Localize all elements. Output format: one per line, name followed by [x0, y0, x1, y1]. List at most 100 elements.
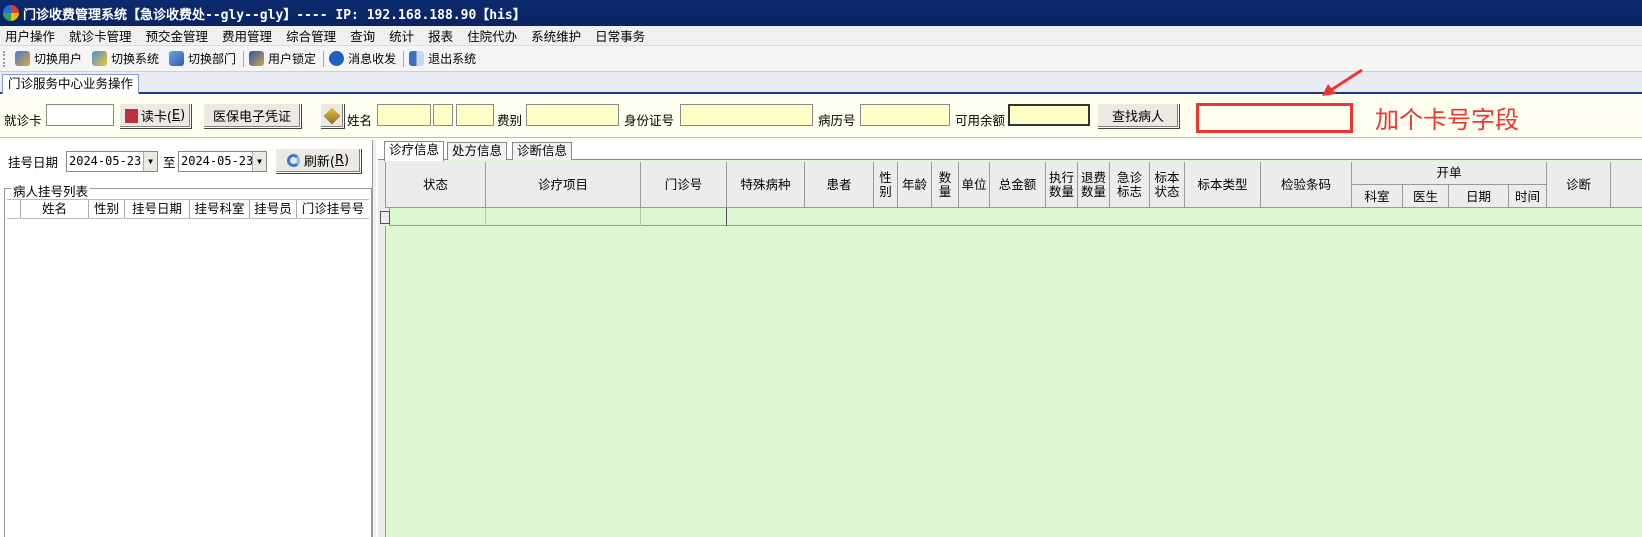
col-name[interactable]: 姓名 [21, 200, 89, 218]
users-icon [15, 51, 30, 66]
tab-diagnosis-info[interactable]: 诊断信息 [512, 142, 573, 160]
switch-system-button[interactable]: 切换系统 [88, 48, 165, 70]
col-qty[interactable]: 数量 [932, 162, 959, 208]
menu-fee-mgmt[interactable]: 费用管理 [217, 26, 281, 45]
app-logo-icon [3, 5, 19, 21]
broom-clear-button[interactable] [320, 103, 344, 128]
col-sex-line1: 性 [879, 170, 892, 185]
sex-input[interactable] [433, 104, 453, 126]
record-label: 病历号 [818, 113, 856, 128]
col-treatment-item[interactable]: 诊疗项目 [486, 162, 641, 208]
col-order-date[interactable]: 日期 [1449, 185, 1509, 208]
col-order-doctor[interactable]: 医生 [1403, 185, 1449, 208]
row-selector[interactable] [378, 208, 390, 226]
menu-deposit-mgmt[interactable]: 预交金管理 [141, 26, 218, 45]
toolbar: 切换用户 切换系统 切换部门 用户锁定 消息收发 退出系统 [0, 46, 1642, 72]
col-exec-line1: 执行 [1048, 170, 1074, 185]
refresh-button[interactable]: 刷新(R) [275, 148, 361, 173]
messages-button[interactable]: 消息收发 [325, 48, 402, 70]
col-status[interactable]: 状态 [386, 162, 486, 208]
id-number-input[interactable] [680, 104, 813, 126]
exit-button[interactable]: 退出系统 [405, 48, 482, 70]
tab-prescription-info[interactable]: 处方信息 [447, 142, 508, 160]
tab-treatment-info[interactable]: 诊疗信息 [384, 141, 445, 161]
menu-inpatient-agent[interactable]: 住院代办 [462, 26, 526, 45]
table-cell[interactable] [486, 208, 641, 226]
col-special-disease[interactable]: 特殊病种 [727, 162, 805, 208]
col-group-order: 开单 [1352, 162, 1547, 185]
switch-dept-button[interactable]: 切换部门 [165, 48, 242, 70]
insurance-voucher-button[interactable]: 医保电子凭证 [203, 103, 301, 128]
col-unit[interactable]: 单位 [959, 162, 990, 208]
menu-daily-tasks[interactable]: 日常事务 [590, 26, 654, 45]
col-register-date[interactable]: 挂号日期 [125, 200, 190, 218]
find-patient-button[interactable]: 查找病人 [1097, 103, 1179, 128]
user-lock-label: 用户锁定 [268, 52, 317, 66]
col-diagnosis[interactable]: 诊断 [1547, 162, 1611, 208]
table-cell[interactable] [390, 208, 486, 226]
date-filter-bar: 挂号日期 2024-05-23 ▼ 至 2024-05-23 ▼ 刷新(R) [0, 140, 376, 180]
refresh-icon [286, 154, 300, 167]
insurance-voucher-label: 医保电子凭证 [212, 110, 291, 125]
card-reader-icon [124, 108, 138, 123]
card-number-input[interactable] [46, 104, 114, 126]
col-outpatient-no[interactable]: 门诊号 [641, 162, 727, 208]
department-icon [169, 51, 185, 66]
menu-card-mgmt[interactable]: 就诊卡管理 [64, 26, 141, 45]
age-input[interactable] [456, 104, 494, 126]
date-to-picker[interactable]: 2024-05-23 ▼ [178, 151, 267, 172]
fee-type-input[interactable] [526, 104, 619, 126]
col-sex-line2: 别 [879, 184, 892, 199]
switch-user-button[interactable]: 切换用户 [11, 48, 88, 70]
col-sex[interactable]: 性别 [874, 162, 898, 208]
col-registrar[interactable]: 挂号员 [250, 200, 297, 218]
menu-general-mgmt[interactable]: 综合管理 [281, 26, 345, 45]
col-sex[interactable]: 性别 [89, 200, 125, 218]
main-tabstrip: 门诊服务中心业务操作 [0, 72, 1642, 94]
switch-dept-label: 切换部门 [188, 52, 237, 66]
chevron-down-icon[interactable]: ▼ [143, 152, 157, 171]
col-specimen-type[interactable]: 标本类型 [1185, 162, 1261, 208]
info-icon [329, 51, 345, 66]
find-patient-label: 查找病人 [1111, 110, 1164, 125]
panel-splitter[interactable] [372, 140, 376, 537]
col-registration-no[interactable]: 门诊挂号号 [297, 200, 369, 218]
menu-system-maint[interactable]: 系统维护 [526, 26, 590, 45]
row-indicator-header [7, 200, 21, 218]
menu-user-ops[interactable]: 用户操作 [0, 26, 64, 45]
col-order-dept[interactable]: 科室 [1352, 185, 1403, 208]
toolbar-grip[interactable] [3, 50, 7, 67]
read-card-button[interactable]: 读卡(E) [119, 103, 191, 128]
col-refund-line1: 退费 [1080, 170, 1106, 185]
col-age[interactable]: 年龄 [898, 162, 932, 208]
name-input[interactable] [377, 104, 431, 126]
col-qty-line1: 数 [938, 170, 952, 185]
menu-reports[interactable]: 报表 [423, 26, 462, 45]
col-order-time[interactable]: 时间 [1509, 185, 1547, 208]
menu-statistics[interactable]: 统计 [384, 26, 423, 45]
menu-query[interactable]: 查询 [345, 26, 384, 45]
chevron-down-icon[interactable]: ▼ [252, 152, 266, 171]
col-patient[interactable]: 患者 [805, 162, 874, 208]
register-date-label: 挂号日期 [8, 155, 59, 170]
user-lock-button[interactable]: 用户锁定 [245, 48, 322, 70]
annotation-arrow-icon [1322, 68, 1363, 96]
refresh-hotkey: R [334, 153, 345, 168]
exit-label: 退出系统 [428, 52, 477, 66]
col-total-amount[interactable]: 总金额 [990, 162, 1046, 208]
col-emergency-flag[interactable]: 急诊 标志 [1110, 162, 1150, 208]
col-exec-qty[interactable]: 执行 数量 [1046, 162, 1078, 208]
table-cell[interactable] [641, 208, 727, 226]
col-lab-barcode[interactable]: 检验条码 [1261, 162, 1352, 208]
medical-record-input[interactable] [860, 104, 950, 126]
table-row[interactable] [378, 208, 1642, 226]
balance-input[interactable] [1008, 104, 1090, 126]
registration-list-title: 病人挂号列表 [11, 181, 91, 200]
col-register-dept[interactable]: 挂号科室 [190, 200, 250, 218]
date-from-picker[interactable]: 2024-05-23 ▼ [66, 151, 158, 172]
col-specimen-status[interactable]: 标本 状态 [1150, 162, 1185, 208]
tab-outpatient-service[interactable]: 门诊服务中心业务操作 [2, 74, 140, 94]
col-refund-qty[interactable]: 退费 数量 [1078, 162, 1110, 208]
read-card-label: 读卡( [140, 110, 172, 125]
name-label: 姓名 [347, 113, 373, 128]
